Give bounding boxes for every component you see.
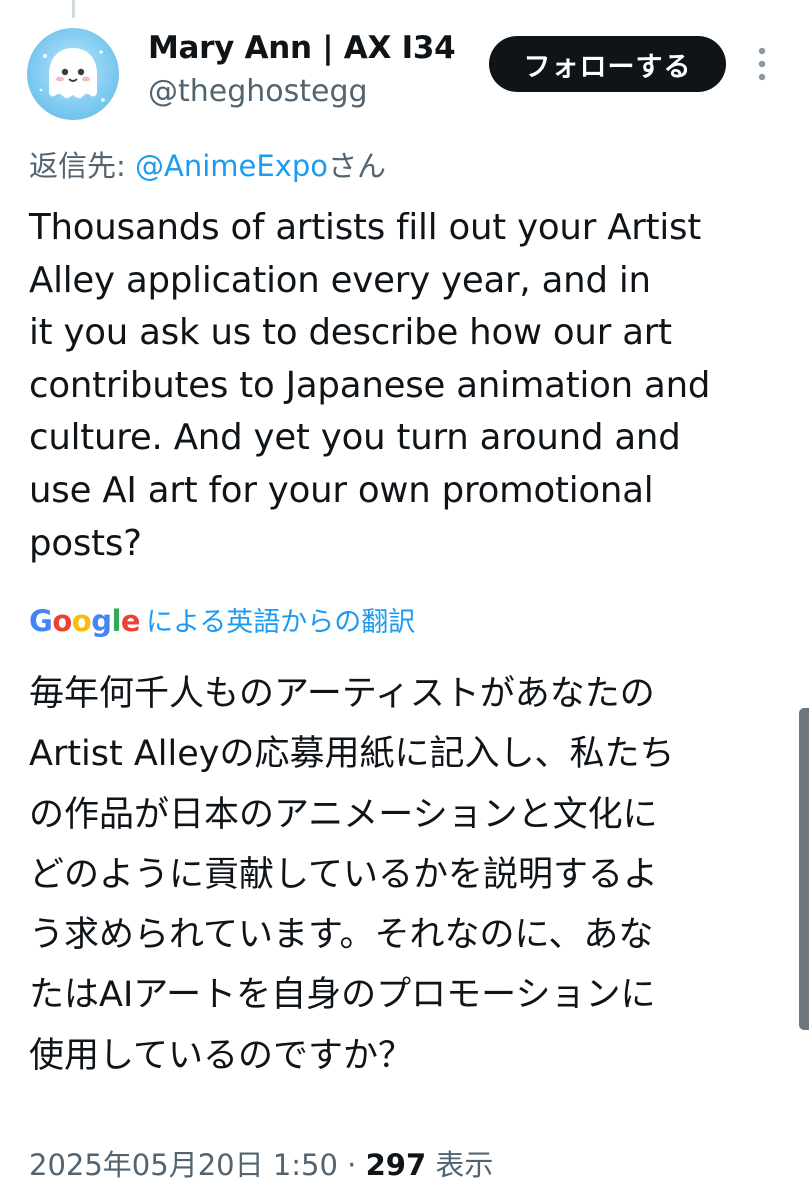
reply-to-line: 返信先: @AnimeExpoさん (29, 143, 386, 185)
views-label: 表示 (426, 1148, 494, 1182)
author-handle[interactable]: @theghostegg (148, 74, 368, 109)
ghost-avatar-icon (39, 48, 105, 102)
more-vertical-icon[interactable] (754, 46, 770, 82)
follow-button[interactable]: フォローする (489, 36, 726, 92)
translation-label-text: による英語からの翻訳 (146, 607, 416, 638)
author-name[interactable]: Mary Ann | AX I34 (148, 30, 456, 66)
avatar[interactable] (27, 28, 119, 120)
thread-connector-line (72, 0, 75, 18)
tweet-meta: 2025年05月20日 1:50 · 297 表示 (29, 1142, 493, 1184)
reply-to-mention-link[interactable]: @AnimeExpo (135, 149, 328, 183)
meta-separator: · (337, 1148, 366, 1182)
views-count: 297 (365, 1148, 427, 1182)
reply-to-prefix: 返信先: (29, 149, 135, 183)
reply-to-suffix: さん (328, 149, 387, 183)
scrollbar-thumb[interactable] (799, 708, 809, 1030)
tweet-text: Thousands of artists fill out your Artis… (29, 207, 711, 564)
timestamp-link[interactable]: 2025年05月20日 1:50 (29, 1148, 338, 1182)
google-logo: Google (29, 604, 141, 638)
translated-text: 毎年何千人ものアーティストがあなたの Artist Alleyの応募用紙に記入し… (29, 674, 675, 1076)
translation-attribution[interactable]: Google による英語からの翻訳 (29, 600, 415, 639)
